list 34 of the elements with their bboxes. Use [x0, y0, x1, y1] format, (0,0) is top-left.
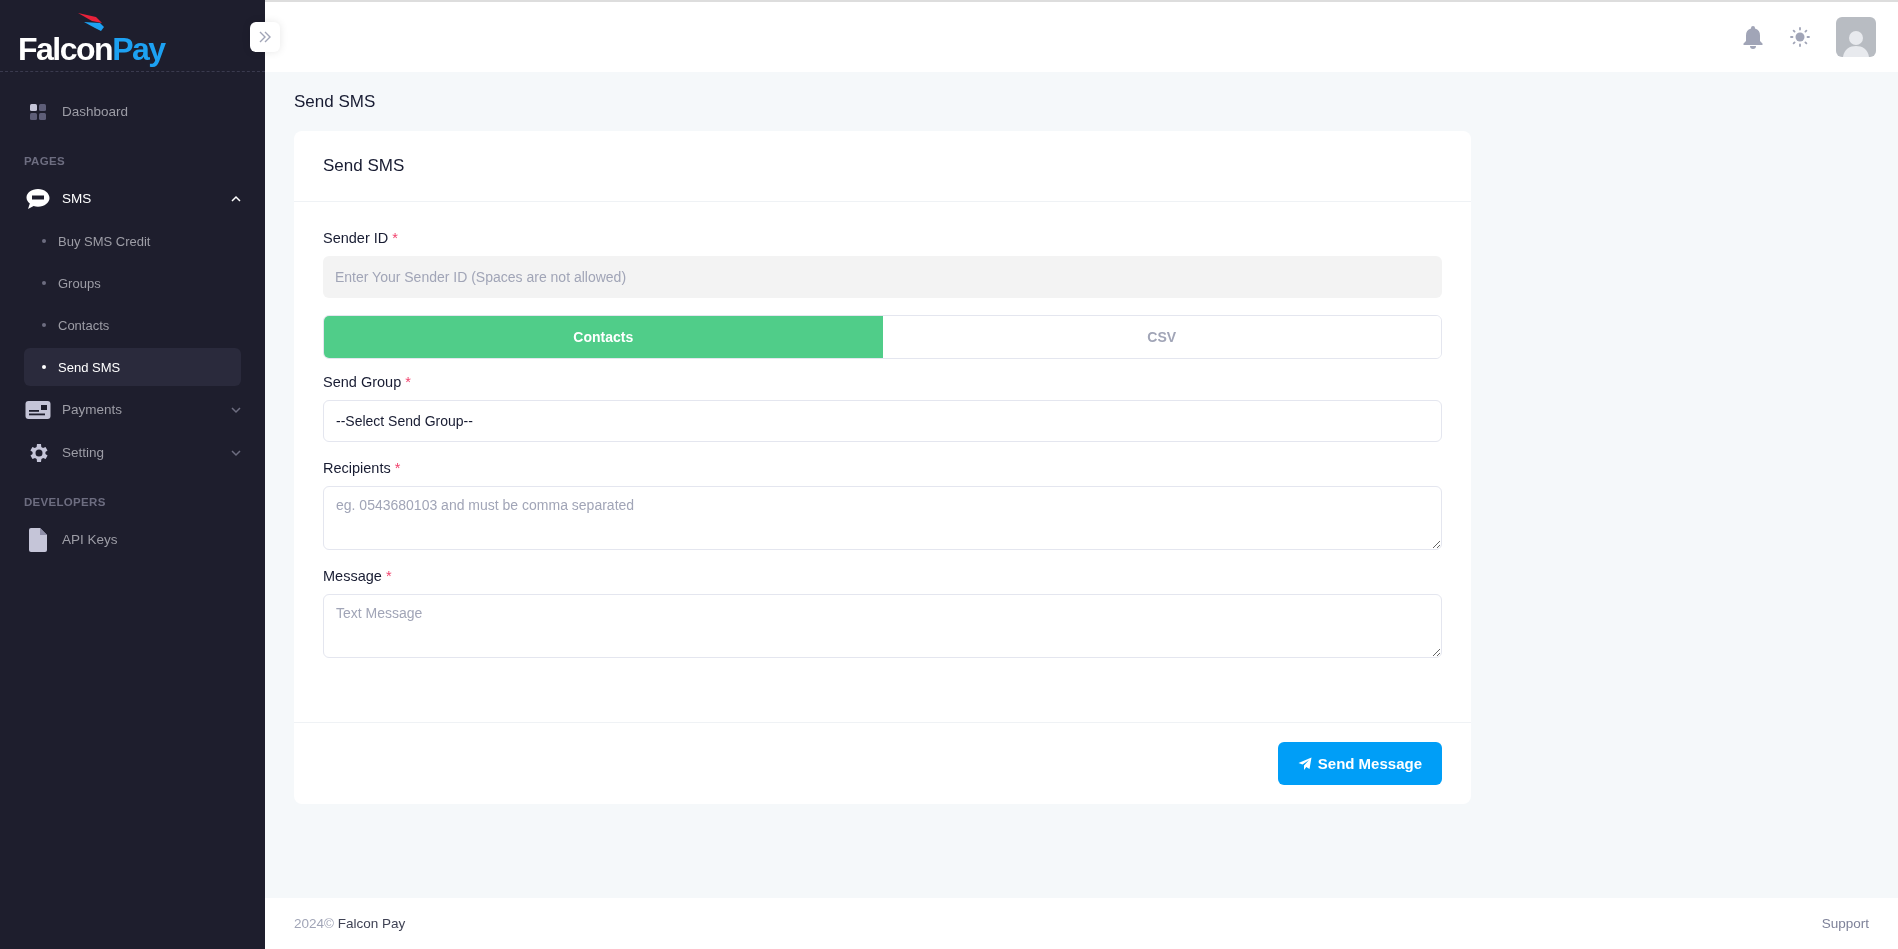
card-icon — [25, 399, 51, 420]
recipients-field[interactable]: eg. 0543680103 and must be comma separated — [323, 486, 1442, 550]
chat-bubble-icon — [25, 187, 51, 210]
document-icon — [29, 527, 47, 552]
sidebar-subitem[interactable]: Buy SMS Credit — [24, 222, 241, 260]
sidebar-item[interactable]: Payments — [24, 388, 241, 431]
sidebar-toggle-button[interactable] — [250, 22, 280, 52]
page-title: Send SMS — [294, 92, 377, 112]
card-title: Send SMS — [294, 131, 1471, 202]
sun-icon[interactable] — [1790, 27, 1810, 47]
send-group-select[interactable]: --Select Send Group-- — [323, 400, 1442, 442]
notification-bell-icon[interactable] — [1742, 25, 1764, 49]
sidebar-item[interactable]: Setting — [24, 431, 241, 474]
sidebar-item[interactable]: SMS — [24, 177, 241, 220]
field-label: Recipients * — [323, 460, 402, 476]
logo-text: FalconPay — [18, 33, 165, 65]
avatar[interactable] — [1836, 17, 1876, 57]
sidebar-subitem[interactable]: Contacts — [24, 306, 241, 344]
sidebar-item[interactable]: Dashboard — [24, 90, 241, 133]
message-field[interactable]: Text Message — [323, 594, 1442, 658]
copyright-text: 2024© Falcon Pay — [294, 916, 406, 931]
section-heading: PAGES — [24, 155, 66, 167]
field-label: Message * — [323, 568, 393, 584]
sender-id-field[interactable]: Enter Your Sender ID (Spaces are not allowed) — [323, 256, 1442, 298]
support-link[interactable]: Support — [1821, 916, 1869, 931]
sidebar-subitem[interactable]: Send SMS — [24, 348, 241, 386]
paper-plane-icon — [1297, 756, 1312, 771]
section-heading: DEVELOPERS — [24, 496, 107, 508]
sidebar-item[interactable]: API Keys — [24, 518, 241, 561]
grid-icon — [29, 102, 47, 121]
sidebar-subitem[interactable]: Groups — [24, 264, 241, 302]
field-label: Send Group * — [323, 374, 412, 390]
double-chevron-icon — [258, 31, 272, 43]
field-label: Sender ID * — [323, 230, 399, 246]
